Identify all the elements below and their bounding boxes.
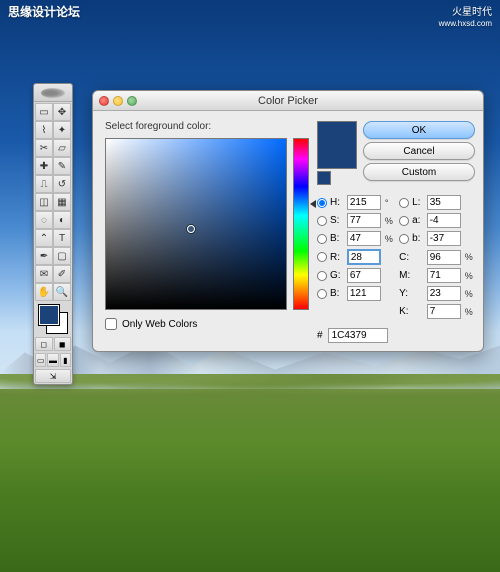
h-field[interactable] bbox=[347, 195, 381, 210]
custom-button[interactable]: Custom bbox=[363, 163, 475, 181]
blab-field[interactable] bbox=[427, 231, 461, 246]
crop-tool-icon[interactable]: ✂ bbox=[35, 139, 53, 157]
s-field[interactable] bbox=[347, 213, 381, 228]
watermark-right: 火星时代 www.hxsd.com bbox=[439, 3, 492, 29]
brgb-field[interactable] bbox=[347, 286, 381, 301]
color-swatches[interactable] bbox=[36, 304, 70, 334]
quickmask-mask-icon[interactable]: ◼ bbox=[54, 337, 72, 351]
minimize-icon[interactable] bbox=[113, 96, 123, 106]
lasso-tool-icon[interactable]: ⌇ bbox=[35, 121, 53, 139]
dialog-title: Color Picker bbox=[93, 95, 483, 107]
jump-to-icon[interactable]: ⇲ bbox=[35, 369, 71, 383]
marquee-tool-icon[interactable]: ▭ bbox=[35, 103, 53, 121]
new-color-swatch[interactable] bbox=[318, 122, 356, 145]
hand-tool-icon[interactable]: ✋ bbox=[35, 283, 53, 301]
g-radio[interactable]: G: bbox=[317, 270, 343, 281]
prompt-label: Select foreground color: bbox=[105, 121, 309, 132]
hex-label: # bbox=[317, 330, 323, 341]
quickmask-standard-icon[interactable]: ◻ bbox=[35, 337, 53, 351]
zoom-window-icon[interactable] bbox=[127, 96, 137, 106]
bhsb-field[interactable] bbox=[347, 231, 381, 246]
l-field[interactable] bbox=[427, 195, 461, 210]
color-picker-dialog: Color Picker Select foreground color: On… bbox=[92, 90, 484, 352]
path-tool-icon[interactable]: ⌃ bbox=[35, 229, 53, 247]
brush-preview-icon bbox=[41, 88, 65, 98]
a-field[interactable] bbox=[427, 213, 461, 228]
toolbox-header[interactable] bbox=[34, 84, 72, 102]
c-field[interactable] bbox=[427, 250, 461, 265]
c-label: C: bbox=[399, 252, 423, 263]
slice-tool-icon[interactable]: ▱ bbox=[53, 139, 71, 157]
y-label: Y: bbox=[399, 288, 423, 299]
eyedropper-tool-icon[interactable]: ✐ bbox=[53, 265, 71, 283]
screenmode-full-icon[interactable]: ▬ bbox=[47, 353, 58, 367]
ok-button[interactable]: OK bbox=[363, 121, 475, 139]
shape-tool-icon[interactable]: ▢ bbox=[53, 247, 71, 265]
g-field[interactable] bbox=[347, 268, 381, 283]
s-radio[interactable]: S: bbox=[317, 215, 343, 226]
heal-tool-icon[interactable]: ✚ bbox=[35, 157, 53, 175]
hue-marker-icon[interactable] bbox=[310, 200, 316, 208]
type-tool-icon[interactable]: T bbox=[53, 229, 71, 247]
brgb-radio[interactable]: B: bbox=[317, 288, 343, 299]
l-radio[interactable]: L: bbox=[399, 197, 423, 208]
zoom-tool-icon[interactable]: 🔍 bbox=[53, 283, 71, 301]
grass bbox=[0, 389, 500, 572]
history-brush-icon[interactable]: ↺ bbox=[53, 175, 71, 193]
k-field[interactable] bbox=[427, 304, 461, 319]
stamp-tool-icon[interactable]: ⎍ bbox=[35, 175, 53, 193]
hex-field[interactable] bbox=[328, 328, 388, 343]
y-field[interactable] bbox=[427, 286, 461, 301]
only-web-colors-checkbox[interactable]: Only Web Colors bbox=[105, 318, 309, 330]
color-preview bbox=[317, 121, 357, 169]
k-label: K: bbox=[399, 306, 423, 317]
m-field[interactable] bbox=[427, 268, 461, 283]
watermark-left: 思缘设计论坛 bbox=[8, 3, 80, 20]
cancel-button[interactable]: Cancel bbox=[363, 142, 475, 160]
h-radio[interactable]: H: bbox=[317, 197, 343, 208]
saturation-brightness-field[interactable] bbox=[105, 138, 287, 310]
color-marker-icon[interactable] bbox=[187, 225, 195, 233]
blur-tool-icon[interactable]: ◌ bbox=[35, 211, 53, 229]
r-radio[interactable]: R: bbox=[317, 252, 343, 263]
pen-tool-icon[interactable]: ✒ bbox=[35, 247, 53, 265]
a-radio[interactable]: a: bbox=[399, 215, 423, 226]
dodge-tool-icon[interactable]: ◐ bbox=[53, 211, 71, 229]
notes-tool-icon[interactable]: ✉ bbox=[35, 265, 53, 283]
hue-slider[interactable] bbox=[293, 138, 309, 310]
m-label: M: bbox=[399, 270, 423, 281]
websafe-swatch[interactable] bbox=[317, 171, 331, 185]
screenmode-fullnomenu-icon[interactable]: ▮ bbox=[60, 353, 71, 367]
brush-tool-icon[interactable]: ✎ bbox=[53, 157, 71, 175]
wand-tool-icon[interactable]: ✦ bbox=[53, 121, 71, 139]
gradient-tool-icon[interactable]: ▦ bbox=[53, 193, 71, 211]
bhsb-radio[interactable]: B: bbox=[317, 233, 343, 244]
blab-radio[interactable]: b: bbox=[399, 233, 423, 244]
current-color-swatch[interactable] bbox=[318, 145, 356, 168]
screenmode-standard-icon[interactable]: ▭ bbox=[35, 353, 46, 367]
r-field[interactable] bbox=[347, 249, 381, 265]
dialog-titlebar[interactable]: Color Picker bbox=[93, 91, 483, 111]
eraser-tool-icon[interactable]: ◫ bbox=[35, 193, 53, 211]
move-tool-icon[interactable]: ✥ bbox=[53, 103, 71, 121]
foreground-color-swatch[interactable] bbox=[38, 304, 60, 326]
tools-palette[interactable]: ▭ ✥ ⌇ ✦ ✂ ▱ ✚ ✎ ⎍ ↺ ◫ ▦ ◌ ◐ ⌃ T ✒ ▢ ✉ ✐ … bbox=[33, 83, 73, 385]
close-icon[interactable] bbox=[99, 96, 109, 106]
